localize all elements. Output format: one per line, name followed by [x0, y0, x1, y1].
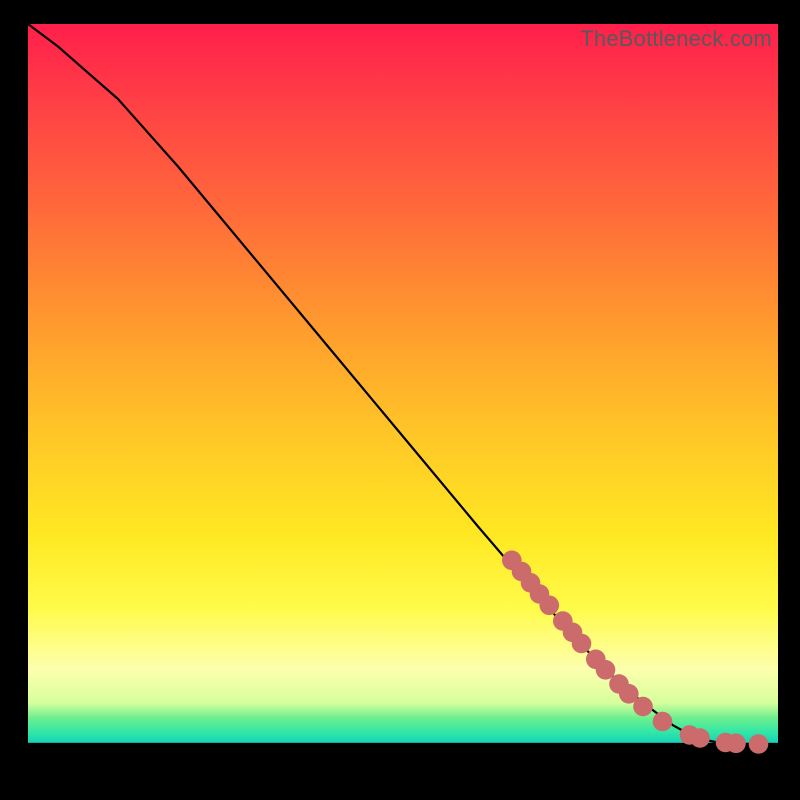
data-marker	[726, 734, 746, 754]
curve-line	[28, 24, 763, 744]
data-marker	[653, 712, 673, 732]
data-marker	[749, 734, 769, 754]
data-marker	[540, 596, 560, 616]
data-marker	[596, 660, 616, 680]
stage: TheBottleneck.com	[0, 0, 800, 800]
data-marker	[690, 728, 710, 748]
plot-area: TheBottleneck.com	[28, 24, 778, 774]
data-marker	[572, 634, 592, 654]
chart-overlay	[28, 24, 778, 774]
data-marker	[633, 697, 653, 717]
marker-group	[502, 551, 768, 754]
